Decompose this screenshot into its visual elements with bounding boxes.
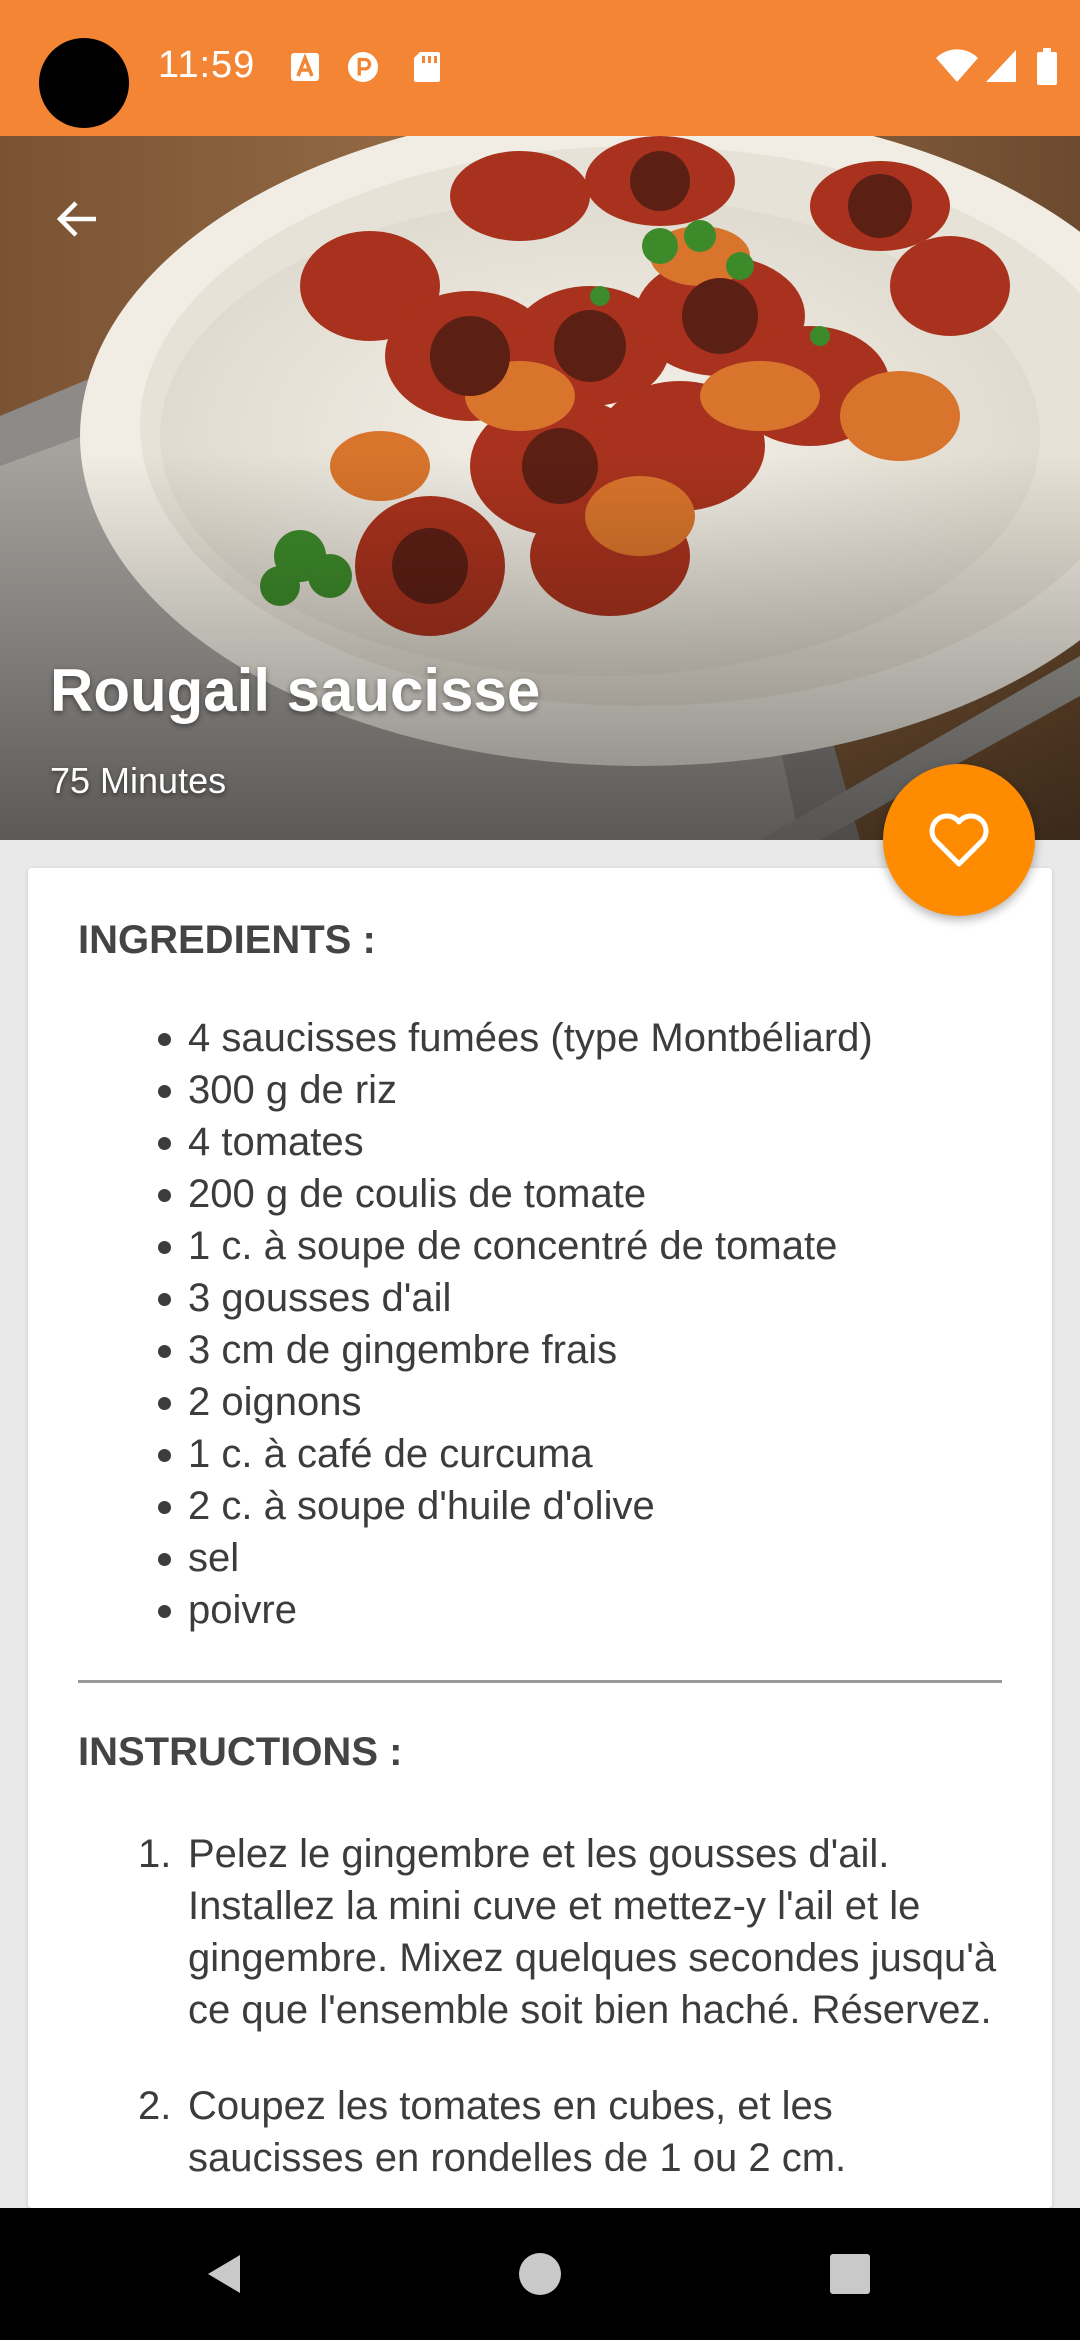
ingredient-item: 300 g de riz [158,1064,873,1116]
recipe-card: INGREDIENTS : 4 saucisses fumées (type M… [28,868,1052,2208]
heart-outline-icon [929,813,989,867]
camera-cutout [39,38,129,128]
sd-card-icon [414,52,440,82]
ingredient-item: 2 oignons [158,1376,873,1428]
recipe-photo [0,136,1080,840]
arrow-left-icon [56,201,96,237]
back-triangle-icon [208,2255,240,2293]
step-number: 1. [138,1832,172,1876]
recipe-duration: 75 Minutes [50,760,227,801]
section-divider [78,1680,1002,1683]
ingredients-title: INGREDIENTS : [78,918,376,962]
ingredient-item: 4 saucisses fumées (type Montbéliard) [158,1012,873,1064]
battery-icon [1037,48,1057,85]
recents-square-icon [830,2254,870,2294]
status-time: 11:59 [158,44,256,86]
recipe-hero: Rougail saucisse 75 Minutes [0,136,1080,840]
instruction-step: 1. Pelez le gingembre et les gousses d'a… [138,1828,1018,2036]
ingredient-item: 200 g de coulis de tomate [158,1168,873,1220]
ingredient-item: 1 c. à soupe de concentré de tomate [158,1220,873,1272]
step-text: Coupez les tomates en cubes, et les sauc… [188,2084,847,2180]
back-button[interactable] [42,184,112,254]
recipe-title: Rougail saucisse [50,657,541,724]
ingredient-item: 3 gousses d'ail [158,1272,873,1324]
wifi-icon [936,49,978,82]
ingredient-item: 1 c. à café de curcuma [158,1428,873,1480]
step-text: Pelez le gingembre et les gousses d'ail.… [188,1832,997,2032]
instructions-list: 1. Pelez le gingembre et les gousses d'a… [138,1828,1018,2208]
ingredient-item: sel [158,1532,873,1584]
step-number: 2. [138,2084,172,2128]
nav-home-button[interactable] [498,2232,582,2316]
home-circle-icon [519,2253,561,2295]
status-bar: 11:59 [0,0,1080,136]
signal-icon [986,50,1016,82]
nav-back-button[interactable] [183,2232,267,2316]
ingredient-item: 4 tomates [158,1116,873,1168]
ingredient-item: 3 cm de gingembre frais [158,1324,873,1376]
text-a-icon [291,53,319,81]
ingredient-item: poivre [158,1584,873,1636]
instructions-title: INSTRUCTIONS : [78,1730,403,1774]
circle-p-icon [347,51,379,83]
nav-recents-button[interactable] [808,2232,892,2316]
ingredient-item: 2 c. à soupe d'huile d'olive [158,1480,873,1532]
instruction-step: 2. Coupez les tomates en cubes, et les s… [138,2080,1018,2184]
ingredients-list: 4 saucisses fumées (type Montbéliard) 30… [158,1012,873,1636]
system-nav-bar [0,2208,1080,2340]
favorite-button[interactable] [883,764,1035,916]
